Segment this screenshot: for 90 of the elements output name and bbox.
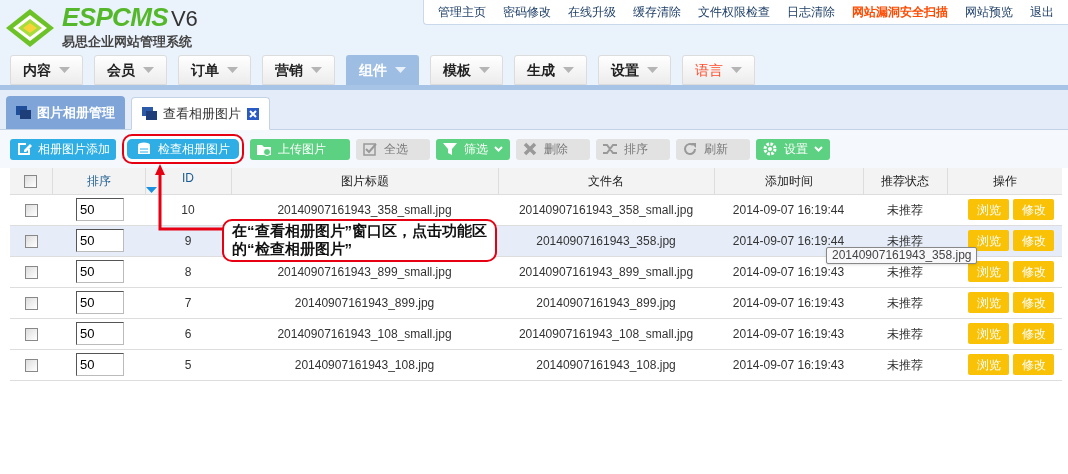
table-cell: 20140907161943_358.jpg [498, 225, 714, 256]
edit-icon [16, 141, 32, 157]
checkbox[interactable] [24, 203, 38, 217]
nav-tab[interactable]: 营销 [262, 55, 335, 85]
brand-subtitle: 易思企业网站管理系统 [62, 33, 193, 51]
brand-name: ESPCMS [62, 4, 168, 30]
column-header: 排序 [52, 168, 145, 194]
toolbar-button[interactable]: 全选 [356, 138, 430, 160]
table-cell: 20140907161943_108_small.jpg [231, 318, 498, 349]
toolbar-button[interactable]: 刷新 [676, 138, 750, 160]
nav-tab[interactable]: 订单 [178, 55, 251, 85]
order-field[interactable]: 50 [76, 322, 124, 345]
order-field[interactable]: 50 [76, 229, 124, 252]
top-link[interactable]: 管理主页 [432, 3, 492, 21]
top-link[interactable]: 日志清除 [781, 3, 841, 21]
table-cell: 20140907161943_108.jpg [498, 349, 714, 380]
top-link[interactable]: 密码修改 [497, 3, 557, 21]
brand-version: V6 [170, 8, 198, 30]
caret-icon [731, 67, 742, 73]
checkbox[interactable] [24, 175, 38, 189]
nav-tab[interactable]: 模板 [430, 55, 503, 85]
nav-tab[interactable]: 内容 [10, 55, 83, 85]
database-icon [136, 141, 152, 157]
column-header: 文件名 [498, 168, 714, 194]
table-cell: 7 [145, 287, 231, 318]
column-header: 推荐状态 [863, 168, 947, 194]
table-cell: 5 [145, 349, 231, 380]
refresh-icon [682, 141, 698, 157]
caret-icon [143, 67, 154, 73]
table-row[interactable]: 50 6 20140907161943_108_small.jpg 20140907161943_108_small.jpg 2014-09-07 16:19:43 未推荐 浏览 修改 [10, 318, 1062, 349]
caret-icon [395, 67, 406, 73]
window-icon [16, 106, 31, 119]
table-cell: 未推荐 [863, 287, 947, 318]
caret-icon [311, 67, 322, 73]
top-link[interactable]: 缓存清除 [627, 3, 687, 21]
table-cell: 20140907161943_899.jpg [231, 287, 498, 318]
checkbox[interactable] [24, 327, 38, 341]
table-cell: 20140907161943_358_small.jpg [498, 194, 714, 225]
checkbox[interactable] [24, 296, 38, 310]
filter-icon [442, 141, 458, 157]
top-link[interactable]: 退出 [1024, 3, 1060, 21]
order-field[interactable]: 50 [76, 353, 124, 376]
chevron-icon [494, 146, 503, 152]
window-tab[interactable]: 查看相册图片 [131, 97, 270, 130]
table-cell: 20140907161943_899.jpg [498, 287, 714, 318]
caret-icon [563, 67, 574, 73]
table-cell: 20140907161943_899_small.jpg [498, 256, 714, 287]
shuffle-icon [602, 141, 618, 157]
table-cell: 6 [145, 318, 231, 349]
table-cell: 未推荐 [863, 194, 947, 225]
order-field[interactable]: 50 [76, 198, 124, 221]
delete-icon [522, 141, 538, 157]
checkbox-icon [362, 141, 378, 157]
order-field[interactable]: 50 [76, 291, 124, 314]
nav-tab[interactable]: 设置 [598, 55, 671, 85]
toolbar-button[interactable]: 删除 [516, 138, 590, 160]
column-header: 图片标题 [231, 168, 498, 194]
toolbar-button[interactable]: 排序 [596, 138, 670, 160]
checkbox[interactable] [24, 265, 38, 279]
column-header: 添加时间 [714, 168, 863, 194]
caret-icon [479, 67, 490, 73]
caret-icon [647, 67, 658, 73]
table-cell: 2014-09-07 16:19:43 [714, 318, 863, 349]
order-field[interactable]: 50 [76, 260, 124, 283]
table-row[interactable]: 50 7 20140907161943_899.jpg 20140907161943_899.jpg 2014-09-07 16:19:43 未推荐 浏览 修改 [10, 287, 1062, 318]
table-cell: 2014-09-07 16:19:43 [714, 349, 863, 380]
settings-icon [762, 141, 778, 157]
checkbox[interactable] [24, 234, 38, 248]
top-link[interactable]: 网站预览 [959, 3, 1019, 21]
table-row[interactable]: 50 5 20140907161943_108.jpg 20140907161943_108.jpg 2014-09-07 16:19:43 未推荐 浏览 修改 [10, 349, 1062, 380]
table-cell: 2014-09-07 16:19:43 [714, 287, 863, 318]
close-icon[interactable] [247, 107, 259, 120]
callout: 在“查看相册图片”窗口区，点击功能区的“检查相册图片” [222, 219, 497, 262]
column-header: 操作 [947, 168, 1062, 194]
nav-tab[interactable]: 会员 [94, 55, 167, 85]
table-cell: 20140907161943_108_small.jpg [498, 318, 714, 349]
table-cell: 未推荐 [863, 318, 947, 349]
table-cell: 未推荐 [863, 349, 947, 380]
top-link[interactable]: 在线升级 [562, 3, 622, 21]
table-cell: 20140907161943_108.jpg [231, 349, 498, 380]
tooltip: 20140907161943_358.jpg [826, 247, 978, 264]
caret-icon [227, 67, 238, 73]
caret-icon [59, 67, 70, 73]
top-link[interactable]: 文件权限检查 [692, 3, 776, 21]
chevron-icon [814, 146, 823, 152]
checkbox[interactable] [24, 358, 38, 372]
nav-tab[interactable]: 生成 [514, 55, 587, 85]
window-icon [142, 107, 157, 120]
logo-icon [4, 6, 56, 49]
table-cell: 2014-09-07 16:19:44 [714, 194, 863, 225]
